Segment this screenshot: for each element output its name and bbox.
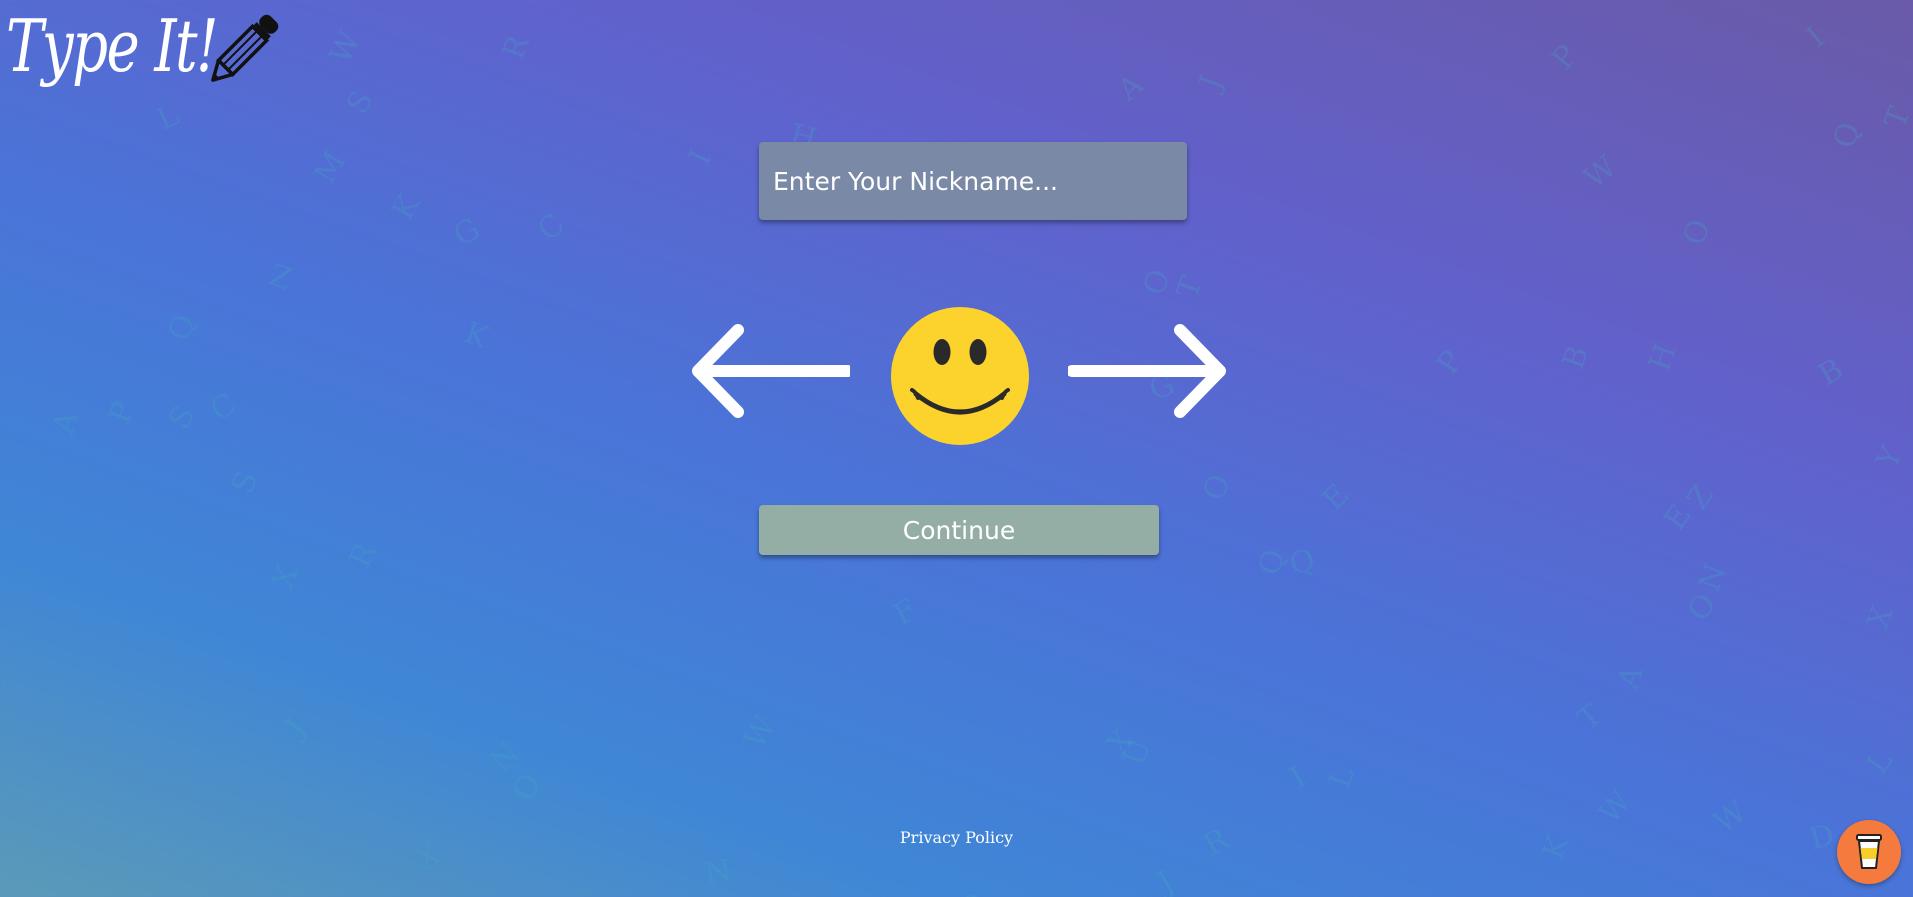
background-letter: W [737,710,784,755]
background-letter: G [447,211,487,254]
background-letter: X [1860,601,1901,634]
background-letter: Y [1869,441,1910,474]
background-letter: O [1196,469,1238,506]
continue-button[interactable]: Continue [759,505,1159,555]
background-letter: O [1680,586,1724,629]
background-letter: T [1571,697,1609,738]
background-letter: W [1577,149,1624,196]
background-letter: R [342,537,384,574]
background-letter: B [1812,351,1850,394]
background-letter: Z [1680,478,1721,517]
background-letter: T [1878,102,1913,133]
logo: Type It! [6,4,282,88]
privacy-policy-link[interactable]: Privacy Policy [0,828,1913,847]
background-letter: X [1100,723,1141,762]
background-letter: Q [1251,544,1293,581]
background-letter: S [339,84,381,121]
background-letters: WRSMLIHJWOTIKCGZQKAPSCSXRJNOXNABHOIZNXYA… [0,0,1913,897]
buy-me-a-coffee-button[interactable] [1837,820,1901,884]
background-letter: H [1642,339,1685,376]
background-letter: Z [264,257,297,298]
background-letter: J [1192,70,1230,95]
background-letter: I [1800,20,1832,55]
background-letter: S [161,399,203,436]
background-letter: Q [1285,542,1319,583]
background-letter: K [459,315,493,356]
background-letter: T [1170,272,1210,303]
background-letter: X [265,561,306,594]
background-letter: E [1315,477,1357,518]
background-letter: R [495,30,537,65]
background-letter: P [1429,344,1471,381]
background-letter: L [1322,762,1362,793]
background-letter: F [887,592,924,633]
background-letter: W [1592,784,1639,831]
background-letter: O [505,768,549,807]
background-letter: J [1152,864,1180,897]
background-letter: C [204,386,243,429]
background-letter: M [307,145,354,190]
pencil-icon [211,14,279,82]
background-letter: J [278,711,314,744]
background-letter: A [1111,67,1151,108]
background-letter: I [1284,759,1312,796]
background-letter: S [225,466,266,499]
background-letter: P [102,397,142,428]
background-letter: I [682,144,720,171]
background-letter: P [1545,38,1585,77]
logo-title: Type It! [6,4,219,88]
background-letter: U [1116,734,1159,771]
arrow-left-icon[interactable] [690,318,850,426]
background-letter: A [1610,661,1651,694]
background-letter: O [1676,214,1718,251]
background-letter: B [1555,341,1597,374]
background-letter: O [953,886,992,897]
nickname-input[interactable] [759,142,1187,220]
background-letter: O [1136,264,1178,301]
smiley-face-icon[interactable] [890,306,1030,446]
background-letter: N [1692,559,1735,596]
background-letter: L [1859,744,1901,781]
background-letter: W [323,26,368,69]
background-letter: N [702,852,735,893]
background-letter: Q [161,309,203,346]
background-letter: E [1657,498,1699,537]
background-letter: A [46,407,86,438]
background-letter: Q [1826,117,1868,154]
coffee-cup-icon [1856,834,1882,869]
background-letter: N [483,735,527,780]
arrow-right-icon[interactable] [1068,318,1228,426]
background-letter: C [530,207,572,248]
background-letter: K [385,189,427,226]
background-letter: L [151,97,185,138]
